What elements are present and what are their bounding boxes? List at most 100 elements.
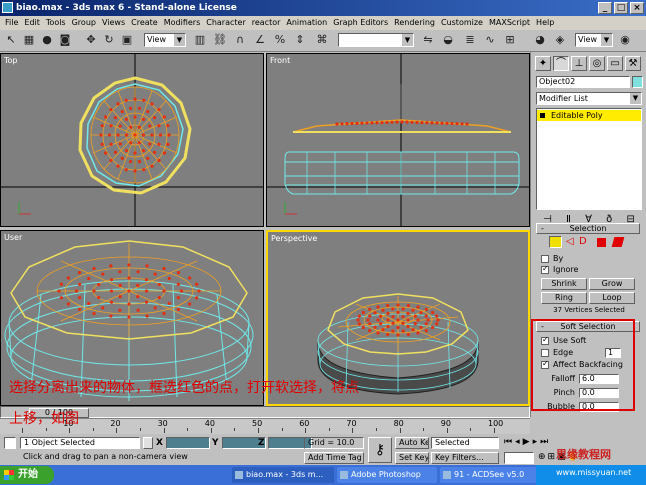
current-frame-field[interactable] (504, 452, 534, 464)
set-key-icon[interactable]: ⚷ (368, 437, 392, 463)
material-editor-icon[interactable]: ◕ (532, 33, 548, 49)
loop-button[interactable]: Loop (589, 292, 635, 304)
move-icon[interactable]: ✥ (83, 33, 99, 49)
vertex-dot (142, 98, 146, 102)
zoom-icon[interactable]: ⊕ (538, 452, 548, 462)
utilities-tab-icon[interactable]: ⚒ (625, 56, 641, 71)
vertex-dot (124, 168, 128, 172)
go-to-end-icon[interactable]: ⏭ (540, 437, 551, 447)
vertex-mode-icon[interactable] (549, 236, 562, 248)
menu-views[interactable]: Views (99, 16, 128, 30)
key-filters-button[interactable]: Key Filters... (431, 452, 499, 464)
next-frame-icon[interactable]: ▸ (533, 437, 541, 447)
shrink-button[interactable]: Shrink (541, 278, 587, 290)
vertex-dot (435, 121, 439, 125)
window-crossing-icon[interactable]: ◙ (57, 33, 73, 49)
named-selection-icon[interactable]: ⌘ (314, 33, 330, 49)
menu-customize[interactable]: Customize (438, 16, 486, 30)
element-mode-icon[interactable] (611, 237, 625, 247)
play-icon[interactable]: ▶ (523, 437, 533, 447)
mirror-icon[interactable]: ⇋ (420, 33, 436, 49)
motion-tab-icon[interactable]: ◎ (589, 56, 605, 71)
stack-item-editable-poly[interactable]: Editable Poly (537, 110, 641, 121)
layer-manager-icon[interactable]: ≣ (462, 33, 478, 49)
time-slider[interactable]: 0 / 100 (0, 406, 530, 418)
vertex-dot (150, 102, 154, 106)
curve-editor-icon[interactable]: ∿ (482, 33, 498, 49)
task-photoshop[interactable]: Adobe Photoshop (337, 467, 437, 483)
minimize-button[interactable]: _ (598, 2, 612, 14)
menu-help[interactable]: Help (533, 16, 557, 30)
auto-key-button[interactable]: Auto Key (395, 437, 429, 449)
modify-tab-icon[interactable]: ⌒ (553, 56, 569, 71)
vertex-dot (118, 124, 122, 128)
spinner-snap-icon[interactable]: ⇕ (292, 33, 308, 49)
tutorial-instruction-line1: 选择分离出来的物体，框选红色的点，打开软选择，将点 (9, 380, 359, 396)
go-to-start-icon[interactable]: ⏮ (504, 437, 515, 447)
render-type-dropdown[interactable]: View ▼ (575, 33, 613, 47)
add-time-tag-button[interactable]: Add Time Tag (304, 452, 364, 464)
menu-maxscript[interactable]: MAXScript (486, 16, 533, 30)
menu-character[interactable]: Character (203, 16, 249, 30)
angle-snap-icon[interactable]: ∠ (252, 33, 268, 49)
align-icon[interactable]: ◒ (440, 33, 456, 49)
grow-button[interactable]: Grow (589, 278, 635, 290)
x-coordinate-field[interactable] (166, 437, 210, 449)
viewport-front[interactable]: Front (266, 53, 530, 227)
task-3dsmax[interactable]: biao.max - 3ds m... (232, 467, 334, 483)
rotate-icon[interactable]: ↻ (101, 33, 117, 49)
ignore-backfacing-checkbox[interactable]: Ignore (541, 264, 578, 275)
menu-group[interactable]: Group (69, 16, 99, 30)
y-coordinate-label: Y (212, 438, 219, 448)
ring-button[interactable]: Ring (541, 292, 587, 304)
scale-icon[interactable]: ▣ (119, 33, 135, 49)
select-link-icon[interactable]: ⛓ (212, 33, 228, 49)
border-mode-icon[interactable]: D (579, 236, 587, 247)
named-selection-sets-dropdown[interactable]: ▼ (338, 33, 414, 47)
menu-graph-editors[interactable]: Graph Editors (330, 16, 391, 30)
close-button[interactable]: × (630, 2, 644, 14)
display-tab-icon[interactable]: ▭ (607, 56, 623, 71)
modifier-list-dropdown[interactable]: Modifier List ▼ (536, 92, 642, 105)
create-tab-icon[interactable]: ✦ (535, 56, 551, 71)
pivot-center-icon[interactable]: ▥ (192, 33, 208, 49)
set-key-button[interactable]: Set Key (395, 452, 429, 464)
menu-modifiers[interactable]: Modifiers (161, 16, 204, 30)
schematic-view-icon[interactable]: ⊞ (502, 33, 518, 49)
selection-rollout-header[interactable]: - Selection (536, 223, 640, 234)
percent-snap-icon[interactable]: % (272, 33, 288, 49)
select-arrow-icon[interactable]: ↖ (3, 33, 19, 49)
window-title: biao.max - 3ds max 6 - Stand-alone Licen… (16, 3, 237, 13)
menu-rendering[interactable]: Rendering (391, 16, 438, 30)
vertex-dot (424, 307, 428, 311)
viewport-top[interactable]: Top (0, 53, 264, 227)
reference-coord-dropdown[interactable]: View ▼ (144, 33, 186, 47)
edge-mode-icon[interactable]: ◁ (566, 236, 574, 247)
select-by-name-icon[interactable]: ▦ (21, 33, 37, 49)
vertex-dot (133, 133, 137, 137)
maximize-button[interactable]: □ (614, 2, 628, 14)
menu-create[interactable]: Create (128, 16, 161, 30)
previous-frame-icon[interactable]: ◂ (515, 437, 523, 447)
key-selection-dropdown[interactable]: Selected (431, 437, 499, 449)
hierarchy-tab-icon[interactable]: ⊥ (571, 56, 587, 71)
object-color-swatch[interactable] (632, 76, 643, 88)
menu-animation[interactable]: Animation (283, 16, 330, 30)
track-bar[interactable]: 10 20 30 40 50 60 70 80 90 100 (0, 418, 530, 434)
menu-edit[interactable]: Edit (21, 16, 43, 30)
menu-tools[interactable]: Tools (43, 16, 69, 30)
menu-reactor[interactable]: reactor (249, 16, 284, 30)
vertex-dot (450, 121, 454, 126)
by-vertex-checkbox[interactable]: By (541, 254, 563, 264)
start-button[interactable]: 开始 (0, 466, 54, 484)
task-acdsee[interactable]: 91 - ACDSee v5.0 (440, 467, 540, 483)
object-name-field[interactable]: Object02 (536, 76, 630, 88)
region-circle-icon[interactable]: ● (39, 33, 55, 49)
polygon-mode-icon[interactable] (597, 238, 606, 247)
magnet-icon[interactable]: ∩ (232, 33, 248, 49)
quick-render-icon[interactable]: ◉ (617, 33, 633, 49)
menu-file[interactable]: File (2, 16, 21, 30)
lock-selection-icon[interactable] (143, 437, 153, 449)
maxscript-listener-icon[interactable] (4, 437, 16, 449)
render-scene-icon[interactable]: ◈ (552, 33, 568, 49)
